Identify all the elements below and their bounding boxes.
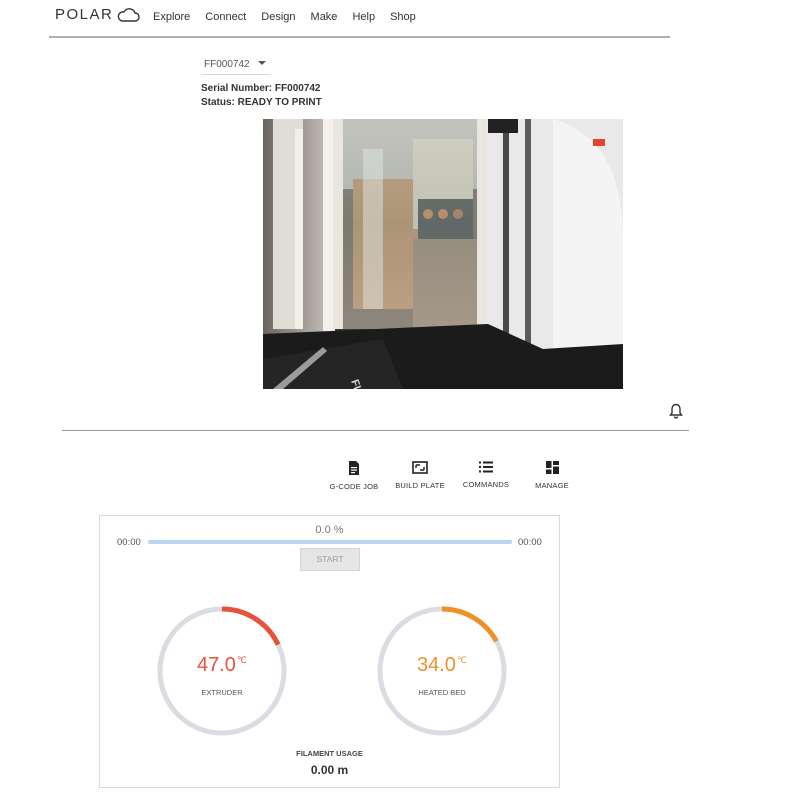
list-icon [479,461,493,473]
gcode-job-button[interactable]: G-CODE JOB [324,461,384,491]
build-plate-label: BUILD PLATE [395,481,445,490]
printer-status: Status: READY TO PRINT [201,97,322,108]
nav-make[interactable]: Make [311,11,338,23]
extruder-temp-value: 47.0 [196,654,236,676]
camera-image: FLASHFORGE [263,119,623,389]
notification-bell-icon[interactable] [669,403,683,419]
progress-percent: 0.0 % [315,524,344,536]
progress-bar [148,540,512,544]
bed-temp-value: 34.0 [416,654,456,676]
nav-design[interactable]: Design [261,11,295,23]
top-header: POLAR Explore Connect Design Make Help S… [0,0,800,38]
build-plate-icon [412,461,428,474]
nav-explore[interactable]: Explore [153,11,190,23]
manage-label: MANAGE [535,481,569,490]
print-job-panel: 0.0 % 00:00 00:00 START 47.0℃ EXTRUDER 3… [99,515,560,788]
remaining-time: 00:00 [518,537,542,548]
bed-label: HEATED BED [418,688,466,697]
gcode-job-label: G-CODE JOB [329,482,379,491]
extruder-gauge: 47.0℃ EXTRUDER [154,603,290,739]
extruder-temperature: 47.0℃ [154,654,290,677]
header-divider [49,36,670,38]
document-icon [349,461,359,475]
commands-button[interactable]: COMMANDS [456,461,516,489]
filament-usage-value: 0.00 m [310,763,349,777]
nav-shop[interactable]: Shop [390,11,416,23]
camera-feed: FLASHFORGE [263,119,623,389]
section-divider [62,430,689,431]
extruder-temp-unit: ℃ [236,655,248,665]
build-plate-button[interactable]: BUILD PLATE [390,461,450,490]
elapsed-time: 00:00 [117,537,141,548]
nav-help[interactable]: Help [352,11,375,23]
cloud-icon [118,7,141,22]
filament-usage-title: FILAMENT USAGE [296,749,363,758]
logo-text: POLAR [55,6,114,23]
bed-temperature: 34.0℃ [374,654,510,677]
nav-connect[interactable]: Connect [205,11,246,23]
start-button[interactable]: START [300,548,360,571]
main-nav: Explore Connect Design Make Help Shop [153,11,431,23]
printer-select[interactable]: FF000742 [201,55,271,75]
bed-temp-unit: ℃ [456,655,468,665]
heated-bed-gauge: 34.0℃ HEATED BED [374,603,510,739]
chevron-down-icon [258,61,266,65]
serial-number: Serial Number: FF000742 [201,83,321,94]
printer-select-value: FF000742 [204,59,250,70]
page: POLAR Explore Connect Design Make Help S… [0,0,800,800]
manage-button[interactable]: MANAGE [522,461,582,490]
dashboard-icon [545,461,559,474]
polar-logo[interactable]: POLAR [55,6,141,23]
commands-label: COMMANDS [462,480,510,489]
extruder-label: EXTRUDER [201,688,243,697]
